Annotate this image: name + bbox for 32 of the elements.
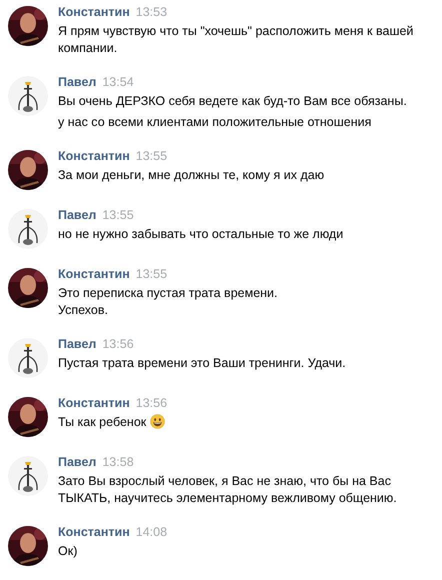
hookah-icon bbox=[8, 456, 48, 496]
message-text: Вы очень ДЕРЗКО себя ведете как буд-то Вам все обязаны. bbox=[58, 94, 407, 108]
message-time: 13:53 bbox=[136, 4, 168, 21]
hookah-icon bbox=[8, 338, 48, 378]
author-name[interactable]: Константин bbox=[58, 524, 130, 541]
message-text: у нас со всеми клиентами положительные отношения bbox=[58, 114, 372, 131]
message-text: Ок) bbox=[58, 544, 78, 558]
message-text: За мои деньги, мне должны те, кому я их даю bbox=[58, 168, 324, 182]
author-name[interactable]: Павел bbox=[58, 207, 96, 224]
message-text: Я прям чувствую что ты "хочешь" расположить меня к вашей компании. bbox=[58, 24, 414, 55]
author-name[interactable]: Константин bbox=[58, 395, 130, 412]
message-text: Зато Вы взрослый человек, я Вас не знаю, что бы на Вас ТЫКАТЬ, научитесь элементарному вежливому общению. bbox=[58, 474, 397, 505]
message-text: Это переписка пустая трата времени. Успехов. bbox=[58, 286, 278, 317]
message-text: Пустая трата времени это Ваши тренинги. Удачи. bbox=[58, 356, 346, 370]
author-name[interactable]: Константин bbox=[58, 4, 130, 21]
message-time: 13:55 bbox=[136, 266, 168, 283]
hookah-icon bbox=[8, 76, 48, 116]
message-text: но не нужно забывать что остальные то же люди bbox=[58, 227, 344, 241]
message-time: 13:56 bbox=[136, 395, 168, 412]
message-time: 13:56 bbox=[102, 336, 134, 353]
message-time: 13:55 bbox=[102, 207, 134, 224]
author-name[interactable]: Павел bbox=[58, 74, 96, 91]
author-name[interactable]: Павел bbox=[58, 454, 96, 471]
message-time: 14:08 bbox=[136, 524, 168, 541]
message-text: Ты как ребенок bbox=[58, 415, 146, 429]
author-name[interactable]: Константин bbox=[58, 266, 130, 283]
author-name[interactable]: Павел bbox=[58, 336, 96, 353]
message-time: 13:54 bbox=[102, 74, 134, 91]
hookah-icon bbox=[8, 209, 48, 249]
author-name[interactable]: Константин bbox=[58, 148, 130, 165]
message-time: 13:58 bbox=[102, 454, 134, 471]
message-time: 13:55 bbox=[136, 148, 168, 165]
